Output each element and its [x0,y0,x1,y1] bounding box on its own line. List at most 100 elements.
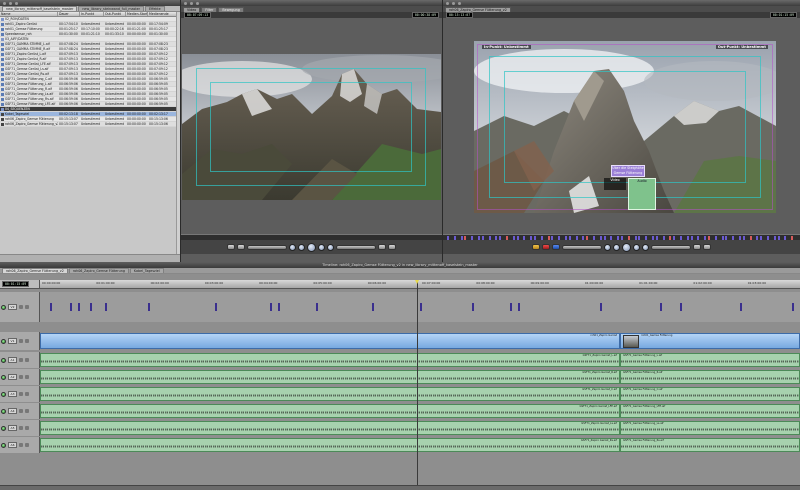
shuttle-control[interactable] [247,244,287,250]
timeline-marker[interactable] [78,303,80,311]
audio-clip[interactable]: GSF71_Zapiro Gerüst_R.aif [40,370,620,384]
track-visibility-icon[interactable] [1,374,6,380]
minimize-icon[interactable] [9,1,12,5]
timeline-marker[interactable] [792,303,794,311]
track-label[interactable]: A5 [8,425,17,431]
timeline-ruler[interactable]: 00:00:00:00 00:01:00:00 00:02:00:00 00:03:0… [40,280,800,289]
auto-select-icon[interactable] [25,305,29,309]
next-edit-button[interactable] [327,243,334,251]
lock-icon[interactable] [19,339,23,343]
canvas-video-frame[interactable]: In-Punkt: Unbestimmt Out-Punkt: Unbestim… [474,41,776,213]
auto-select-icon[interactable] [25,409,29,413]
audio-clip[interactable]: GSF71_Gemse Fütterung_Rs.aif [620,438,800,452]
col-duration[interactable]: Dauer [58,12,80,16]
col-out[interactable]: Out-Punkt [104,12,126,16]
timeline-marker[interactable] [472,303,474,311]
timeline-marker[interactable] [50,303,52,311]
timeline-marker[interactable] [740,303,742,311]
play-in-out-button[interactable] [298,243,305,251]
tab-effects[interactable]: Effekte [145,6,165,11]
insert-button[interactable] [542,244,550,250]
audio-clip[interactable]: GSF71_Zapiro Gerüst_Ls.aif [40,421,620,435]
timeline-marker[interactable] [660,303,662,311]
track-visibility-icon[interactable] [1,408,6,414]
close-icon[interactable] [3,1,6,5]
timeline-current-timecode[interactable]: 00:01:15:09 [2,281,30,287]
tab-project-1[interactable]: new_library_mittenoff_kaselstein_master [2,6,78,11]
mark-in-button[interactable] [237,244,245,250]
audio-clip[interactable]: GSF71_Zapiro Gerüst_L.aif [40,353,620,367]
track-visibility-icon[interactable] [1,357,6,363]
browser-scrollbar[interactable] [176,12,180,254]
audio-clip[interactable]: GSF71_Gemse Fütterung_R.aif [620,370,800,384]
auto-select-icon[interactable] [25,392,29,396]
lock-icon[interactable] [19,392,23,396]
zoom-icon[interactable] [458,1,461,5]
track-label[interactable]: A3 [8,391,17,397]
track-visibility-icon[interactable] [1,391,6,397]
audio-clip[interactable]: GSF71_Gemse Fütterung_L.aif [620,353,800,367]
minimize-icon[interactable] [190,1,193,5]
col-in[interactable]: In-Punkt [80,12,104,16]
timeline-marker[interactable] [70,303,72,311]
tab-sequence-v1[interactable]: roh06_Zapiro_Gemse Fütterung [68,268,129,273]
video-clip[interactable]: roh01_Gemse Fütterung [620,333,800,349]
timeline-marker[interactable] [105,303,107,311]
mark-out-button[interactable] [378,244,386,250]
prev-edit-button[interactable] [604,243,611,251]
timeline-marker[interactable] [510,303,512,311]
play-around-button[interactable] [633,243,640,251]
canvas-current-timecode[interactable]: 00:01:15:09 [769,12,797,18]
track-visibility-icon[interactable] [1,442,6,448]
track-lane[interactable]: roh01_Zapiro Gerüst roh01_Gemse Fütterung [40,332,800,350]
audio-clip[interactable]: GSF71_Gemse Fütterung_Ls.aif [620,421,800,435]
play-button[interactable] [307,242,316,252]
zoom-icon[interactable] [15,1,18,5]
mark-out-button[interactable] [703,244,711,250]
jog-control[interactable] [336,244,376,250]
browser-row[interactable]: roh06_Zapiro_Gemse Fütterung_v2 00:15:13:… [0,122,180,127]
tab-sequence-kabel[interactable]: Kabel_Tagesziel [129,268,164,273]
auto-select-icon[interactable] [25,443,29,447]
timeline-marker[interactable] [278,303,280,311]
tab-sequence-v2[interactable]: roh06_Zapiro_Gemse Fütterung_v2 [2,268,68,273]
track-lane[interactable]: GSF71_Zapiro Gerüst_C.aif GSF71_Gemse Füt… [40,386,800,402]
prev-edit-button[interactable] [289,243,296,251]
close-icon[interactable] [184,1,187,5]
timeline-marker[interactable] [148,303,150,311]
timeline-marker[interactable] [270,303,272,311]
col-name[interactable]: Name [0,12,58,16]
track-visibility-icon[interactable] [1,304,6,310]
track-label[interactable]: A1 [8,357,17,363]
audio-clip[interactable]: GSF71_Zapiro Gerüst_LFE.aif [40,404,620,418]
track-visibility-icon[interactable] [1,425,6,431]
audio-clip[interactable]: GSF71_Gemse Fütterung_LFE.aif [620,404,800,418]
play-button[interactable] [622,242,631,252]
col-media-start[interactable]: Medien-Start [126,12,148,16]
timeline-marker[interactable] [680,303,682,311]
play-around-button[interactable] [318,243,325,251]
audio-clip[interactable]: GSF71_Gemse Fütterung_C.aif [620,387,800,401]
timeline-marker[interactable] [215,303,217,311]
track-lane[interactable]: GSF71_Zapiro Gerüst_Ls.aif GSF71_Gemse Fü… [40,420,800,436]
timeline-marker[interactable] [600,303,602,311]
audio-clip[interactable]: GSF71_Zapiro Gerüst_Rs.aif [40,438,620,452]
audio-clip[interactable]: GSF71_Zapiro Gerüst_C.aif [40,387,620,401]
track-lane[interactable] [40,292,800,322]
lock-icon[interactable] [19,375,23,379]
track-label[interactable]: A4 [8,408,17,414]
track-label[interactable]: V2 [8,304,17,310]
zoom-icon[interactable] [196,1,199,5]
track-lane[interactable]: GSF71_Zapiro Gerüst_L.aif GSF71_Gemse Füt… [40,352,800,368]
lock-icon[interactable] [19,443,23,447]
lock-icon[interactable] [19,358,23,362]
timeline-marker[interactable] [420,303,422,311]
overwrite-button[interactable] [532,244,540,250]
track-lane[interactable]: GSF71_Zapiro Gerüst_R.aif GSF71_Gemse Füt… [40,369,800,385]
track-label[interactable]: A2 [8,374,17,380]
timeline-marker[interactable] [316,303,318,311]
track-lane[interactable]: GSF71_Zapiro Gerüst_Rs.aif GSF71_Gemse Fü… [40,437,800,453]
auto-select-icon[interactable] [25,358,29,362]
track-label[interactable]: V1 [8,338,17,344]
canvas-duration-timecode[interactable]: 00:15:13:07 [446,12,474,18]
